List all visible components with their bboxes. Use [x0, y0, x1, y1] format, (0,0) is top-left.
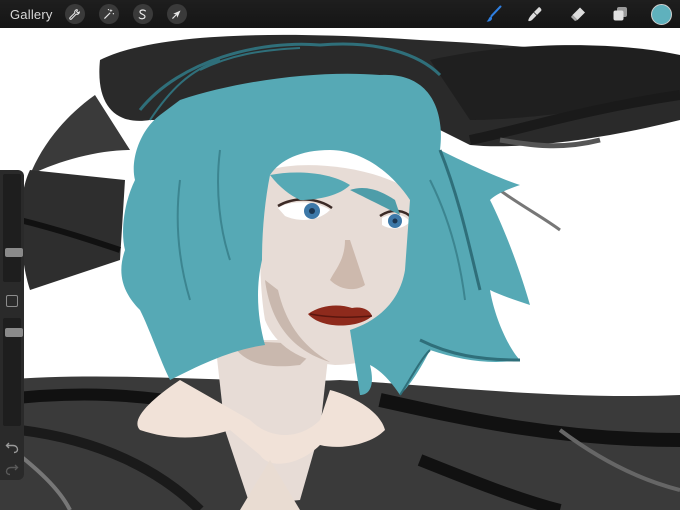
smudge-button[interactable] — [525, 3, 547, 25]
wrench-icon — [69, 8, 81, 20]
brush-icon — [486, 5, 502, 22]
adjustments-button[interactable] — [64, 4, 85, 24]
color-picker-button[interactable] — [651, 3, 672, 25]
opacity-slider[interactable] — [3, 318, 23, 426]
smudge-icon — [528, 7, 542, 22]
selection-s-icon — [138, 8, 147, 19]
layers-button[interactable] — [609, 3, 631, 25]
brush-size-thumb[interactable] — [5, 248, 23, 258]
layers-icon — [613, 7, 627, 21]
gallery-button[interactable]: Gallery — [10, 7, 53, 22]
right-tool-group — [463, 3, 672, 25]
selection-button[interactable] — [132, 4, 153, 24]
brush-size-slider[interactable] — [3, 174, 23, 282]
redo-icon[interactable] — [5, 462, 19, 476]
modify-button[interactable] — [6, 295, 18, 307]
magic-wand-icon — [104, 8, 115, 19]
eraser-icon — [571, 7, 585, 21]
left-sidebar — [0, 170, 24, 480]
drawing-canvas[interactable] — [0, 28, 680, 510]
transform-button[interactable] — [166, 4, 187, 24]
opacity-thumb[interactable] — [5, 327, 23, 337]
brush-button[interactable] — [483, 3, 505, 25]
undo-icon[interactable] — [5, 440, 19, 454]
eraser-button[interactable] — [567, 3, 589, 25]
top-toolbar: Gallery — [0, 0, 680, 28]
actions-button[interactable] — [98, 4, 119, 24]
arrow-cursor-icon — [172, 9, 181, 19]
